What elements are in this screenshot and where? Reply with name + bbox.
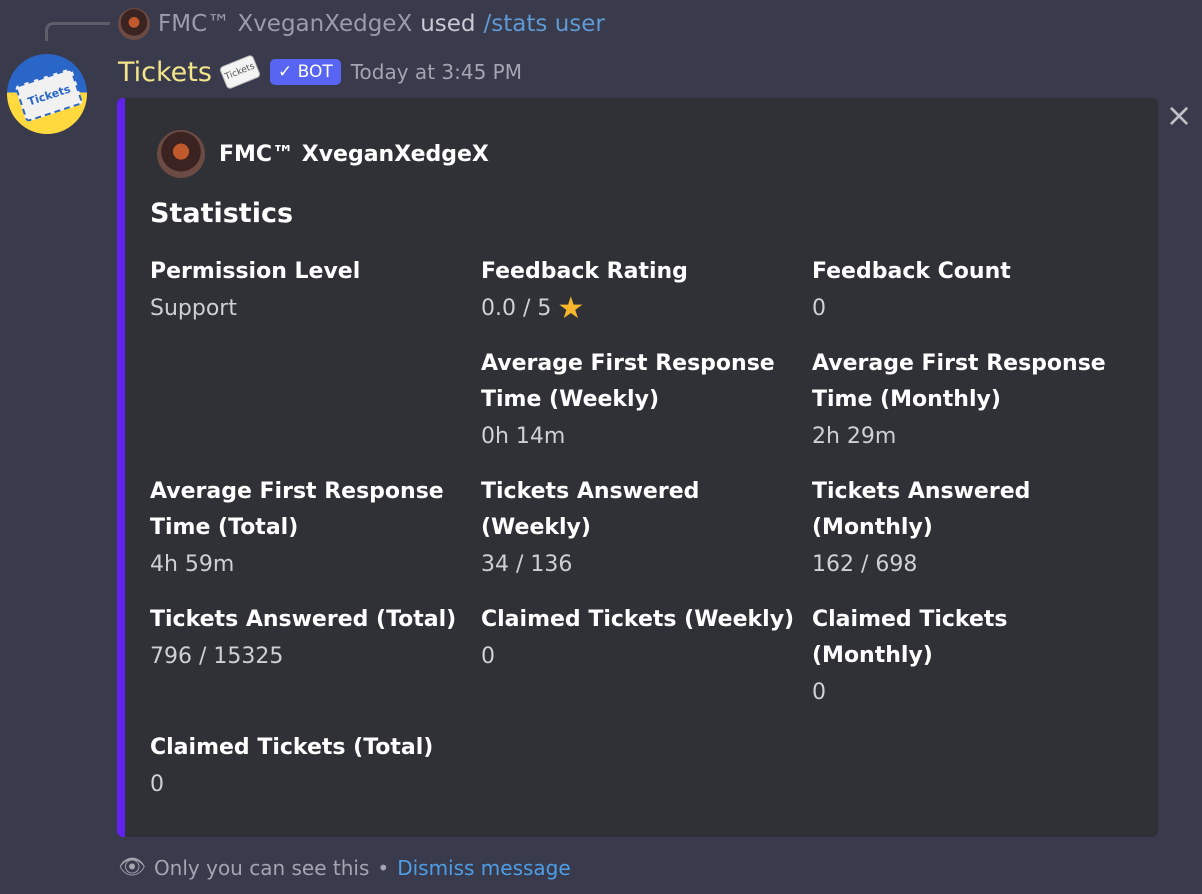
field-value: 162 / 698	[812, 552, 918, 577]
field-claimed-weekly: Claimed Tickets (Weekly) 0	[481, 602, 801, 676]
field-name: Claimed Tickets (Monthly)	[812, 607, 1008, 668]
embed-author: FMC™ XveganXedgeX	[157, 130, 489, 178]
field-value: Support	[150, 296, 237, 321]
field-value: 0.0 / 5 ★	[481, 290, 801, 328]
footer-separator: •	[377, 855, 390, 880]
field-value: 4h 59m	[150, 552, 235, 577]
field-value: 796 / 15325	[150, 644, 284, 669]
field-name: Average First Response Time (Weekly)	[481, 351, 775, 412]
field-name: Tickets Answered (Weekly)	[481, 479, 700, 540]
author-avatar[interactable]	[157, 130, 205, 178]
field-name: Average First Response Time (Total)	[150, 479, 444, 540]
field-name: Feedback Rating	[481, 259, 688, 284]
field-tickets-answered-weekly: Tickets Answered (Weekly) 34 / 136	[481, 474, 801, 584]
field-value: 0h 14m	[481, 424, 566, 449]
only-you-text: Only you can see this	[153, 855, 370, 880]
field-value: 34 / 136	[481, 552, 573, 577]
field-value: 0	[481, 644, 495, 669]
ticket-logo-icon: Tickets	[14, 67, 84, 123]
field-avg-response-monthly: Average First Response Time (Monthly) 2h…	[812, 346, 1132, 456]
field-claimed-monthly: Claimed Tickets (Monthly) 0	[812, 602, 1132, 712]
field-name: Tickets Answered (Monthly)	[812, 479, 1031, 540]
bot-badge: ✓ BOT	[269, 59, 341, 85]
reply-used-text: used	[420, 11, 476, 37]
field-value: 0	[150, 772, 164, 797]
field-feedback-rating: Feedback Rating 0.0 / 5 ★	[481, 254, 801, 328]
eye-icon: 👁	[118, 855, 146, 880]
ticket-emoji-icon: Tickets	[218, 54, 262, 90]
field-avg-response-weekly: Average First Response Time (Weekly) 0h …	[481, 346, 801, 456]
reply-connector-line	[45, 22, 110, 41]
field-avg-response-total: Average First Response Time (Total) 4h 5…	[150, 474, 470, 584]
field-name: Claimed Tickets (Total)	[150, 735, 434, 760]
field-name: Feedback Count	[812, 259, 1011, 284]
reply-username[interactable]: FMC™ XveganXedgeX	[158, 11, 412, 37]
feedback-rating-value: 0.0 / 5	[481, 296, 552, 321]
embed-author-name: FMC™ XveganXedgeX	[219, 141, 489, 167]
field-name: Average First Response Time (Monthly)	[812, 351, 1106, 412]
command-reply-context: FMC™ XveganXedgeX used /stats user	[118, 8, 605, 40]
bot-username[interactable]: Tickets	[118, 57, 212, 88]
message-header: Tickets Tickets ✓ BOT Today at 3:45 PM	[118, 54, 522, 90]
embed-title: Statistics	[150, 198, 294, 229]
field-value: 0	[812, 680, 826, 705]
dismiss-message-link[interactable]: Dismiss message	[397, 856, 571, 880]
message-timestamp[interactable]: Today at 3:45 PM	[351, 60, 522, 84]
field-claimed-total: Claimed Tickets (Total) 0	[150, 730, 470, 804]
slash-command-name[interactable]: /stats user	[484, 11, 605, 37]
field-value: 2h 29m	[812, 424, 897, 449]
field-value: 0	[812, 296, 826, 321]
field-tickets-answered-total: Tickets Answered (Total) 796 / 15325	[150, 602, 470, 676]
field-name: Tickets Answered (Total)	[150, 607, 457, 632]
field-name: Permission Level	[150, 259, 361, 284]
ephemeral-footer: 👁 Only you can see this • Dismiss messag…	[118, 855, 571, 880]
close-icon[interactable]: ×	[1164, 99, 1194, 131]
field-feedback-count: Feedback Count 0	[812, 254, 1132, 328]
field-permission-level: Permission Level Support	[150, 254, 470, 328]
bot-avatar[interactable]: Tickets	[7, 54, 87, 134]
field-tickets-answered-monthly: Tickets Answered (Monthly) 162 / 698	[812, 474, 1132, 584]
star-icon: ★	[557, 291, 585, 326]
field-name: Claimed Tickets (Weekly)	[481, 607, 795, 632]
stats-embed: FMC™ XveganXedgeX Statistics Permission …	[117, 98, 1158, 837]
user-avatar-small[interactable]	[118, 8, 150, 40]
